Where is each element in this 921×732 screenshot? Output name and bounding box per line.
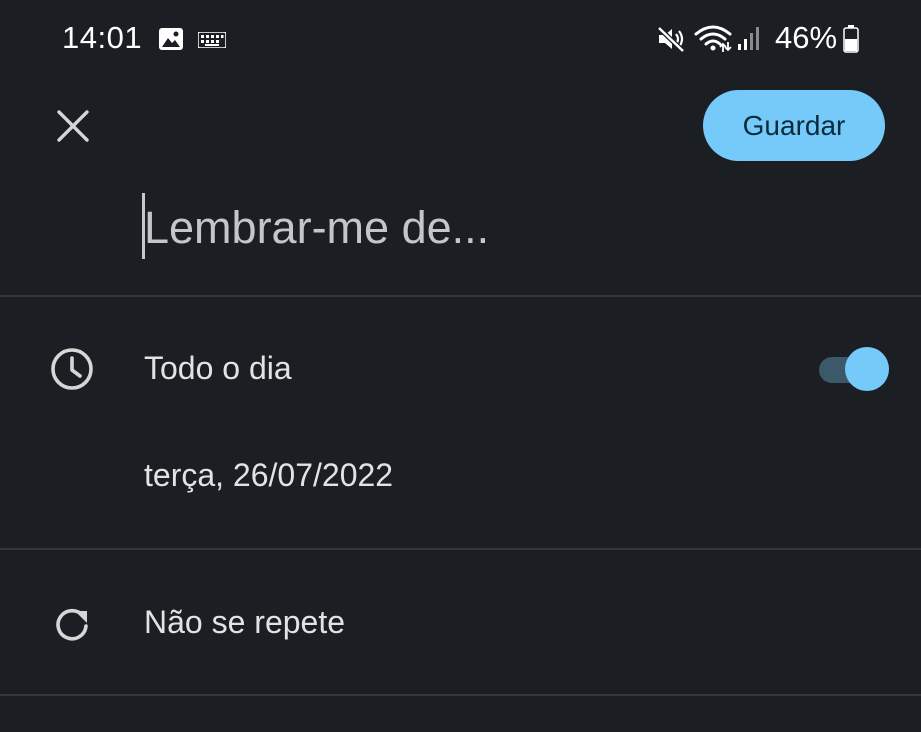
status-bar: 14:01 46% [0, 0, 921, 78]
date-selector[interactable]: terça, 26/07/2022 [144, 457, 393, 494]
clock-icon [46, 343, 98, 395]
battery-icon [842, 24, 860, 59]
save-button[interactable]: Guardar [703, 90, 885, 161]
wifi-icon [694, 22, 732, 59]
close-icon [57, 110, 89, 142]
text-cursor [142, 193, 145, 259]
signal-icon [737, 24, 763, 57]
keyboard-icon [197, 31, 227, 53]
repeat-icon [46, 598, 98, 650]
divider [0, 694, 921, 696]
reminder-editor-screen: 14:01 46% Guardar Lembrar-me de... Todo … [0, 0, 921, 732]
mute-icon [656, 24, 686, 59]
divider [0, 295, 921, 297]
status-time: 14:01 [62, 20, 143, 55]
reminder-title-input[interactable] [140, 193, 884, 263]
all-day-toggle[interactable] [817, 345, 891, 393]
divider [0, 548, 921, 550]
toggle-thumb [845, 347, 889, 391]
gallery-icon [158, 27, 184, 56]
repeat-selector[interactable]: Não se repete [144, 604, 345, 641]
battery-percent: 46% [775, 20, 838, 55]
close-button[interactable] [44, 97, 102, 155]
all-day-label[interactable]: Todo o dia [144, 350, 292, 387]
